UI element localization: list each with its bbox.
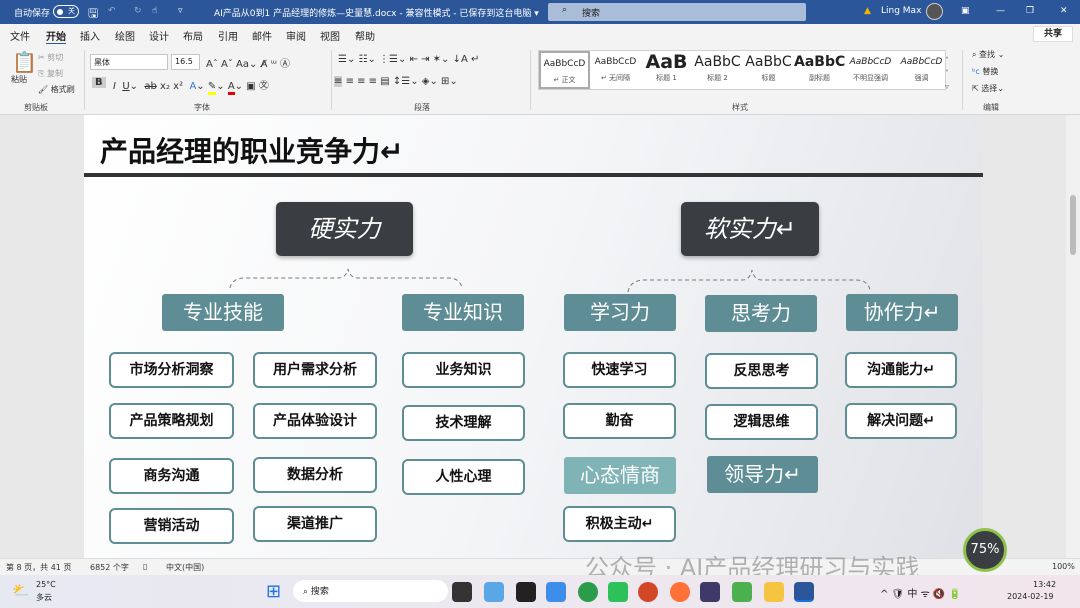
skill-box: 技术理解 (402, 405, 525, 441)
page-count[interactable]: 第 8 页，共 41 页 (6, 562, 71, 573)
soft-skills-header: 软实力↵ (681, 202, 819, 256)
category-professional-knowledge: 专业知识 (402, 294, 524, 331)
skill-box: 勤奋 (563, 403, 676, 439)
network-speed-widget[interactable]: 75% (963, 528, 1007, 572)
firefox-icon[interactable] (670, 582, 690, 602)
language[interactable]: 中文(中国) (166, 562, 204, 573)
skill-box: 商务沟通 (109, 458, 234, 494)
task-view-icon[interactable] (452, 582, 472, 602)
skill-box: 市场分析洞察 (109, 352, 234, 388)
skill-box: 沟通能力↵ (845, 352, 957, 388)
wechat-icon[interactable] (608, 582, 628, 602)
skill-box: 营销活动 (109, 508, 234, 544)
app-icon[interactable] (546, 582, 566, 602)
tray-icons[interactable]: ^ 🛡 中 ᯤ 🔇 🔋 (880, 585, 961, 600)
vertical-scrollbar[interactable] (1066, 115, 1080, 558)
word-icon[interactable] (794, 582, 814, 602)
powerpoint-icon[interactable] (638, 582, 658, 602)
category-professional-skills: 专业技能 (162, 294, 284, 331)
clock-time[interactable]: 13:42 (1033, 580, 1056, 589)
word-count[interactable]: 6852 个字 (90, 562, 129, 573)
skill-box: 产品体验设计 (253, 403, 377, 439)
skill-box: 逻辑思维 (705, 404, 818, 440)
zoom-level[interactable]: 100% (1052, 562, 1075, 571)
category-leadership: 领导力↵ (707, 456, 818, 493)
qq-icon[interactable] (516, 582, 536, 602)
skill-box: 积极主动↵ (563, 506, 676, 542)
skill-box: 反思思考 (705, 353, 818, 389)
start-icon[interactable]: ⊞ (266, 581, 281, 602)
skill-box: 快速学习 (563, 352, 676, 388)
skill-box: 解决问题↵ (845, 403, 957, 439)
chrome-icon[interactable] (578, 582, 598, 602)
proofing-icon[interactable]: ▯ (143, 562, 147, 571)
taskbar: ⛅ 25°C 多云 ⊞ ⌕ 搜索 ^ 🛡 中 ᯤ 🔇 🔋 13:42 2024-… (0, 575, 1080, 608)
app-icon[interactable] (484, 582, 504, 602)
category-mindset-eq: 心态情商 (564, 457, 676, 494)
scroll-thumb[interactable] (1070, 195, 1076, 255)
category-collaboration: 协作力↵ (846, 294, 958, 331)
taskbar-search-label: 搜索 (310, 587, 329, 597)
skill-box: 渠道推广 (253, 506, 377, 542)
category-learning: 学习力 (564, 294, 676, 331)
skill-box: 业务知识 (402, 352, 525, 388)
soft-skill-bracket (627, 269, 871, 293)
weather-desc: 多云 (36, 593, 52, 602)
skill-box: 产品策略规划 (109, 403, 234, 439)
hard-skill-bracket (229, 268, 463, 289)
hard-skills-header: 硬实力 (276, 202, 413, 256)
weather-icon[interactable]: ⛅ (12, 583, 29, 599)
app-icon[interactable] (700, 582, 720, 602)
clock-date[interactable]: 2024-02-19 (1007, 592, 1054, 601)
weather-temp: 25°C (36, 580, 56, 589)
skill-box: 用户需求分析 (253, 352, 377, 388)
skill-box: 数据分析 (253, 457, 377, 493)
skill-box: 人性心理 (402, 459, 525, 495)
taskbar-search[interactable]: ⌕ 搜索 (293, 580, 448, 602)
file-explorer-icon[interactable] (764, 582, 784, 602)
app-icon[interactable] (732, 582, 752, 602)
category-thinking: 思考力 (705, 295, 817, 332)
